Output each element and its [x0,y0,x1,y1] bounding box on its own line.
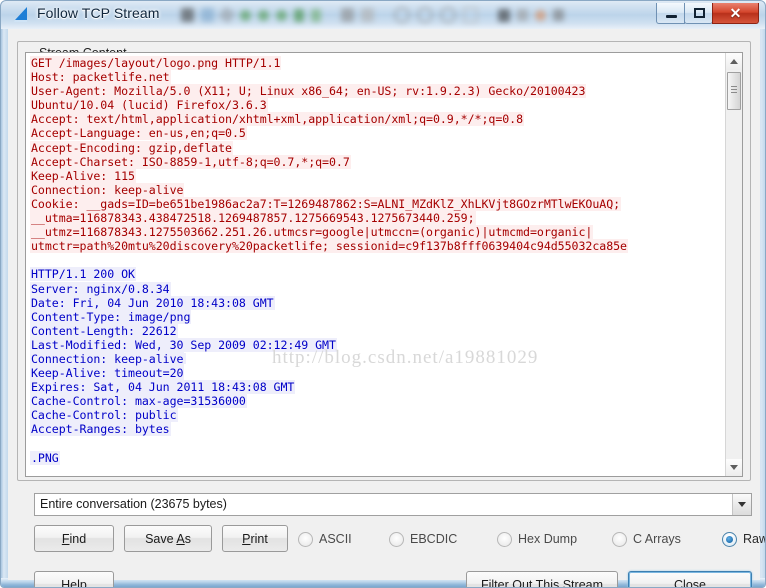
scrollbar-grip-icon [731,86,737,95]
help-button[interactable]: Help [34,571,114,588]
help-button-label: Help [61,577,87,588]
title-bar[interactable]: Follow TCP Stream ✕ [1,1,765,29]
format-radio-hex-dump[interactable]: Hex Dump [497,530,577,548]
conversation-select-value: Entire conversation (23675 bytes) [40,497,227,511]
stream-line: Accept-Encoding: gzip,deflate [30,140,233,155]
stream-line: Keep-Alive: timeout=20 [30,366,185,381]
stream-line: Expires: Sat, 04 Jun 2011 18:43:08 GMT [30,380,296,395]
stream-line: Keep-Alive: 115 [30,168,136,183]
save-as-button[interactable]: Save As [124,525,212,552]
close-button[interactable]: Close [628,571,752,588]
stream-line: Cache-Control: public [30,408,178,423]
format-radio-raw[interactable]: Raw [722,530,766,548]
conversation-select-arrow[interactable] [732,494,751,515]
radio-icon [389,531,404,547]
format-radio-ascii[interactable]: ASCII [298,530,352,548]
format-radio-hex-dump-label: Hex Dump [518,532,578,546]
stream-line: Cookie: __gads=ID=be651be1986ac2a7:T=126… [30,196,622,211]
text-caret [183,352,187,364]
minimize-button[interactable] [656,3,685,24]
stream-line: Content-Type: image/png [30,309,192,324]
find-button-label: Find [61,531,87,546]
maximize-icon [694,8,705,18]
stream-line: Host: packetlife.net [30,70,171,85]
format-radio-c-arrays-label: C Arrays [633,532,681,546]
window-controls: ✕ [656,3,759,24]
chevron-down-icon [730,465,738,470]
chevron-down-icon [738,502,746,507]
minimize-icon [666,15,677,18]
close-button-label: Close [674,577,706,588]
stream-line: Connection: keep-alive [30,351,725,366]
radio-selected-icon [722,531,737,547]
find-button[interactable]: Find [34,525,114,552]
print-button-label: Print [242,531,268,546]
stream-text: GET /images/layout/logo.png HTTP/1.1 Host… [26,53,725,476]
radio-icon [298,531,313,547]
filter-out-this-stream-button[interactable]: Filter Out This Stream [466,571,618,588]
stream-line: Date: Fri, 04 Jun 2010 18:43:08 GMT [30,295,275,310]
dialog-client-area: Stream Content GET /images/layout/logo.p… [8,29,765,587]
follow-tcp-stream-window: Follow TCP Stream ✕ GET /images/layout/l… [0,0,766,588]
close-window-button[interactable]: ✕ [712,3,759,24]
stream-line: GET /images/layout/logo.png HTTP/1.1 [30,56,282,70]
format-radio-ebcdic-label: EBCDIC [410,532,458,546]
save-as-button-label: Save As [145,531,191,546]
scroll-up-button[interactable] [726,53,742,70]
format-radio-ebcdic[interactable]: EBCDIC [389,530,457,548]
format-radio-c-arrays[interactable]: C Arrays [612,530,681,548]
stream-line: Cache-Control: max-age=31536000 [30,394,247,409]
scroll-down-button[interactable] [726,459,742,476]
stream-line: Connection: keep-alive [30,182,185,197]
stream-line: Accept-Charset: ISO-8859-1,utf-8;q=0.7,*… [30,154,351,169]
stream-line: Ubuntu/10.04 (lucid) Firefox/3.6.3 [30,98,268,113]
radio-icon [497,531,512,547]
stream-content-textview[interactable]: GET /images/layout/logo.png HTTP/1.1 Host… [25,52,743,477]
close-icon: ✕ [729,5,742,21]
stream-line: HTTP/1.1 200 OK [30,267,136,282]
stream-vertical-scrollbar[interactable] [725,53,742,476]
format-radio-ascii-label: ASCII [319,532,352,546]
stream-line: Content-Length: 22612 [30,323,178,338]
conversation-select[interactable]: Entire conversation (23675 bytes) [34,493,752,516]
filter-out-this-stream-label: Filter Out This Stream [480,577,604,588]
chevron-up-icon [730,59,738,64]
wireshark-shark-fin-icon [14,7,27,22]
stream-line: Accept-Ranges: bytes [30,422,171,437]
print-button[interactable]: Print [222,525,288,552]
stream-line: Server: nginx/0.8.34 [30,281,171,296]
background-toolbar-ghost [181,3,641,27]
stream-line: Last-Modified: Wed, 30 Sep 2009 02:12:49… [30,337,337,352]
stream-line [30,253,725,267]
stream-line [30,465,725,476]
scrollbar-thumb[interactable] [727,72,741,110]
window-frame-left [1,29,8,587]
radio-icon [612,531,627,547]
stream-line: utmctr=path%20mtu%20discovery%20packetli… [30,239,628,254]
stream-line: User-Agent: Mozilla/5.0 (X11; U; Linux x… [30,84,587,99]
maximize-button[interactable] [684,3,713,24]
stream-line: __utmz=116878343.1275503662.251.26.utmcs… [30,225,594,240]
stream-line: Accept: text/html,application/xhtml+xml,… [30,112,525,127]
stream-line [30,437,725,451]
stream-line: __utma=116878343.438472518.1269487857.12… [30,211,476,226]
stream-line: Accept-Language: en-us,en;q=0.5 [30,126,247,141]
window-title: Follow TCP Stream [37,5,160,21]
stream-line: .PNG [30,450,60,465]
format-radio-raw-label: Raw [743,532,766,546]
